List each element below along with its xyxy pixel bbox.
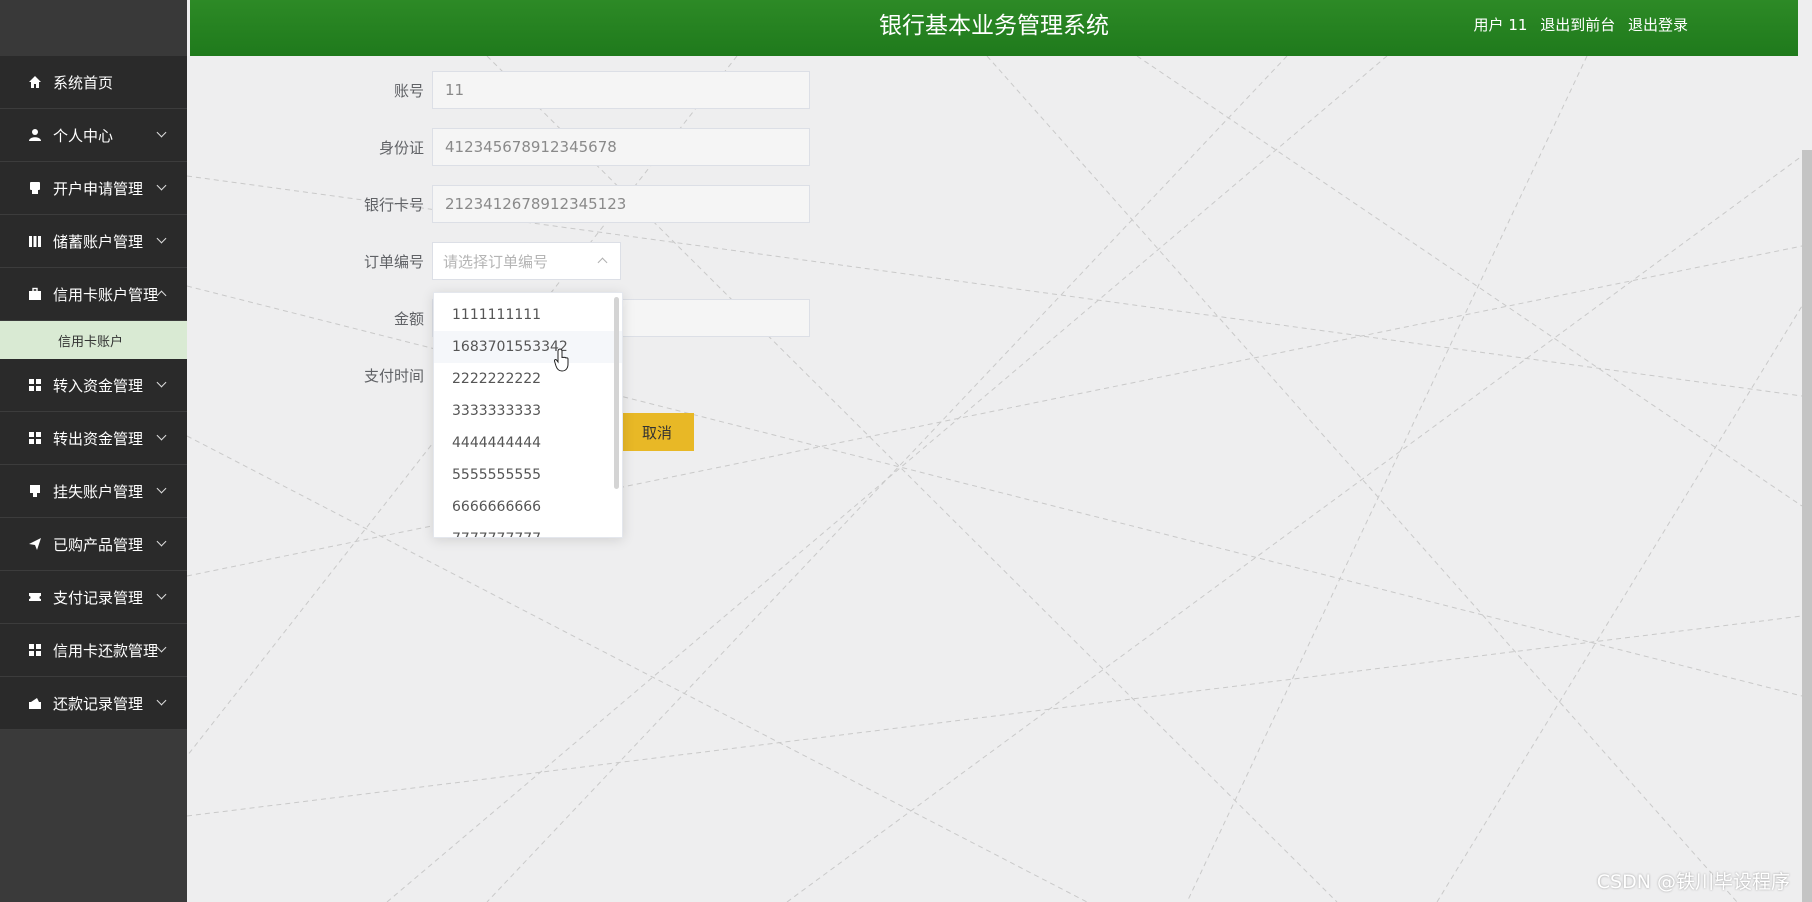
sidebar-item-label: 转入资金管理 (53, 376, 144, 395)
chevron-down-icon (156, 127, 167, 138)
sidebar-item-label: 挂失账户管理 (53, 482, 144, 501)
dropdown-option[interactable]: 7777777777 (434, 523, 622, 537)
sidebar-item-savings-account[interactable]: 储蓄账户管理 (0, 215, 187, 268)
bars-chart-icon (27, 233, 43, 249)
chevron-down-icon (156, 233, 167, 244)
background-pattern (187, 56, 1802, 902)
cancel-button[interactable]: 取消 (620, 413, 694, 451)
paytime-label: 支付时间 (363, 366, 424, 385)
back-to-frontend-link[interactable]: 退出到前台 (1540, 16, 1615, 34)
grid-icon (27, 377, 43, 393)
sidebar-item-label: 还款记录管理 (53, 694, 144, 713)
sidebar-item-outgoing-funds[interactable]: 转出资金管理 (0, 412, 187, 465)
chevron-down-icon (156, 483, 167, 494)
briefcase-icon (27, 286, 43, 302)
sidebar-item-label: 信用卡还款管理 (53, 641, 159, 660)
sidebar-item-label: 支付记录管理 (53, 588, 144, 607)
chevron-down-icon (156, 377, 167, 388)
user-icon (27, 127, 43, 143)
chevron-up-icon (156, 290, 167, 301)
sidebar-item-credit-card-repayment[interactable]: 信用卡还款管理 (0, 624, 187, 677)
form-row-account: 账号 11 (330, 71, 810, 109)
sidebar-item-label: 个人中心 (53, 126, 114, 145)
sidebar-item-label: 信用卡账户管理 (53, 285, 159, 304)
sidebar-item-label: 已购产品管理 (53, 535, 144, 554)
form-row-bankcard: 银行卡号 2123412678912345123 (330, 185, 810, 223)
dropdown-scrollbar[interactable] (614, 297, 619, 489)
order-dropdown: 1111111111 1683701553342 2222222222 3333… (433, 292, 623, 538)
chevron-down-icon (156, 642, 167, 653)
sidebar-item-label: 开户申请管理 (53, 179, 144, 198)
sidebar-item-payment-records[interactable]: 支付记录管理 (0, 571, 187, 624)
user-label: 用户 11 (1473, 16, 1528, 34)
form-row-idcard: 身份证 412345678912345678 (330, 128, 810, 166)
idcard-label: 身份证 (378, 138, 424, 157)
ticket-icon (27, 589, 43, 605)
account-label: 账号 (393, 81, 424, 100)
dropdown-option[interactable]: 4444444444 (434, 427, 622, 459)
dropdown-option[interactable]: 6666666666 (434, 491, 622, 523)
page-scrollbar[interactable] (1802, 150, 1812, 902)
order-select[interactable]: 请选择订单编号 (432, 242, 621, 280)
home-icon (27, 74, 43, 90)
sidebar-item-incoming-funds[interactable]: 转入资金管理 (0, 359, 187, 412)
grid-icon (27, 430, 43, 446)
sidebar: 系统首页 个人中心 开户申请管理 储蓄账户管理 信用卡账户管理 信用卡账户 转入… (0, 0, 187, 902)
header-links: 用户 11 退出到前台 退出登录 (1466, 0, 1688, 50)
sidebar-item-label: 储蓄账户管理 (53, 232, 144, 251)
chevron-down-icon (156, 430, 167, 441)
sidebar-menu: 系统首页 个人中心 开户申请管理 储蓄账户管理 信用卡账户管理 信用卡账户 转入… (0, 56, 187, 730)
sidebar-logo-area (0, 0, 187, 56)
sidebar-item-repayment-records[interactable]: 还款记录管理 (0, 677, 187, 730)
sidebar-item-purchased-products[interactable]: 已购产品管理 (0, 518, 187, 571)
printer-icon (27, 180, 43, 196)
form-row-order: 订单编号 请选择订单编号 (330, 242, 621, 280)
idcard-field[interactable]: 412345678912345678 (432, 128, 810, 166)
top-header: 银行基本业务管理系统 用户 11 退出到前台 退出登录 (190, 0, 1798, 56)
hand-cursor-icon (554, 348, 569, 372)
dropdown-option[interactable]: 3333333333 (434, 395, 622, 427)
dropdown-option[interactable]: 2222222222 (434, 363, 622, 395)
form-row-paytime: 支付时间 (330, 356, 432, 394)
chevron-up-icon (597, 257, 608, 268)
chevron-down-icon (156, 589, 167, 600)
money-icon (27, 695, 43, 711)
order-label: 订单编号 (363, 252, 424, 271)
send-icon (27, 536, 43, 552)
order-select-placeholder: 请选择订单编号 (443, 252, 549, 271)
tag-icon (27, 483, 43, 499)
dropdown-option[interactable]: 1111111111 (434, 299, 622, 331)
submenu-credit-card-account[interactable]: 信用卡账户 (0, 321, 187, 359)
dropdown-option[interactable]: 5555555555 (434, 459, 622, 491)
sidebar-item-label: 转出资金管理 (53, 429, 144, 448)
chevron-down-icon (156, 536, 167, 547)
sidebar-item-label: 系统首页 (53, 73, 114, 92)
sidebar-item-credit-card-account[interactable]: 信用卡账户管理 (0, 268, 187, 321)
account-field[interactable]: 11 (432, 71, 810, 109)
watermark: CSDN @铁川毕设程序 (1596, 871, 1790, 893)
bankcard-field[interactable]: 2123412678912345123 (432, 185, 810, 223)
chevron-down-icon (156, 695, 167, 706)
sidebar-item-lost-account[interactable]: 挂失账户管理 (0, 465, 187, 518)
sidebar-item-personal-center[interactable]: 个人中心 (0, 109, 187, 162)
bankcard-label: 银行卡号 (363, 195, 424, 214)
amount-label: 金额 (393, 309, 424, 328)
chevron-down-icon (156, 180, 167, 191)
sidebar-item-account-opening[interactable]: 开户申请管理 (0, 162, 187, 215)
logout-link[interactable]: 退出登录 (1628, 16, 1688, 34)
dropdown-option[interactable]: 1683701553342 (434, 331, 622, 363)
sidebar-item-home[interactable]: 系统首页 (0, 56, 187, 109)
grid-icon (27, 642, 43, 658)
